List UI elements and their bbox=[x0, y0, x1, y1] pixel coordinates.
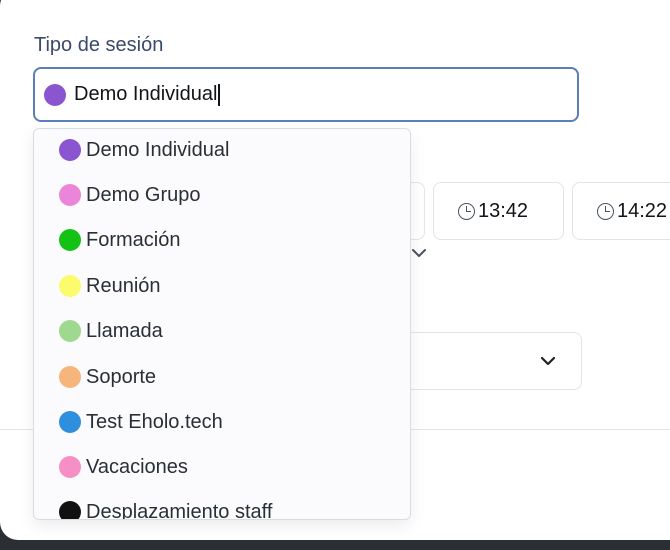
time-slot-label: 13:42 bbox=[478, 199, 529, 222]
time-slot-label: 14:22 bbox=[617, 199, 668, 222]
clock-icon bbox=[597, 202, 614, 220]
color-dot bbox=[59, 275, 81, 297]
option-formacion[interactable]: Formación bbox=[59, 225, 180, 255]
color-dot bbox=[59, 184, 81, 206]
chevron-down-icon bbox=[540, 356, 556, 366]
option-label: Demo Grupo bbox=[86, 183, 201, 206]
option-desplazamiento-staff[interactable]: Desplazamiento staff bbox=[59, 497, 273, 520]
option-label: Desplazamiento staff bbox=[86, 500, 273, 520]
option-demo-grupo[interactable]: Demo Grupo bbox=[59, 180, 201, 210]
option-label: Demo Individual bbox=[86, 138, 230, 161]
option-llamada[interactable]: Llamada bbox=[59, 316, 163, 346]
option-reunion[interactable]: Reunión bbox=[59, 271, 161, 301]
session-type-label: Tipo de sesión bbox=[34, 34, 164, 56]
color-dot bbox=[59, 320, 81, 342]
time-slot-1422[interactable]: 14:22 bbox=[572, 182, 670, 240]
option-label: Test Eholo.tech bbox=[86, 410, 223, 433]
session-type-input-value[interactable]: Demo Individual bbox=[74, 83, 217, 106]
option-soporte[interactable]: Soporte bbox=[59, 362, 156, 392]
option-test-eholo[interactable]: Test Eholo.tech bbox=[59, 407, 223, 437]
session-type-dropdown: Demo Individual Demo Grupo Formación Reu… bbox=[33, 128, 411, 520]
color-dot bbox=[59, 229, 81, 251]
time-slot-1342[interactable]: 13:42 bbox=[433, 182, 564, 240]
option-label: Vacaciones bbox=[86, 455, 188, 478]
session-type-combobox[interactable]: Demo Individual bbox=[33, 67, 579, 122]
option-label: Formación bbox=[86, 228, 181, 251]
color-dot bbox=[59, 501, 81, 519]
color-dot bbox=[59, 366, 81, 388]
text-caret bbox=[218, 83, 221, 106]
option-label: Soporte bbox=[86, 365, 157, 388]
color-dot bbox=[59, 411, 81, 433]
select-field[interactable] bbox=[400, 332, 582, 390]
session-modal: Tipo de sesión Demo Individual 13:42 14:… bbox=[0, 0, 670, 540]
chevron-down-icon[interactable] bbox=[410, 246, 428, 260]
color-dot bbox=[59, 456, 81, 478]
option-demo-individual[interactable]: Demo Individual bbox=[59, 135, 229, 165]
option-vacaciones[interactable]: Vacaciones bbox=[59, 452, 188, 482]
color-dot bbox=[59, 139, 81, 161]
option-label: Llamada bbox=[86, 319, 163, 342]
selected-color-dot bbox=[44, 83, 66, 106]
clock-icon bbox=[458, 202, 475, 220]
option-label: Reunión bbox=[86, 274, 161, 297]
